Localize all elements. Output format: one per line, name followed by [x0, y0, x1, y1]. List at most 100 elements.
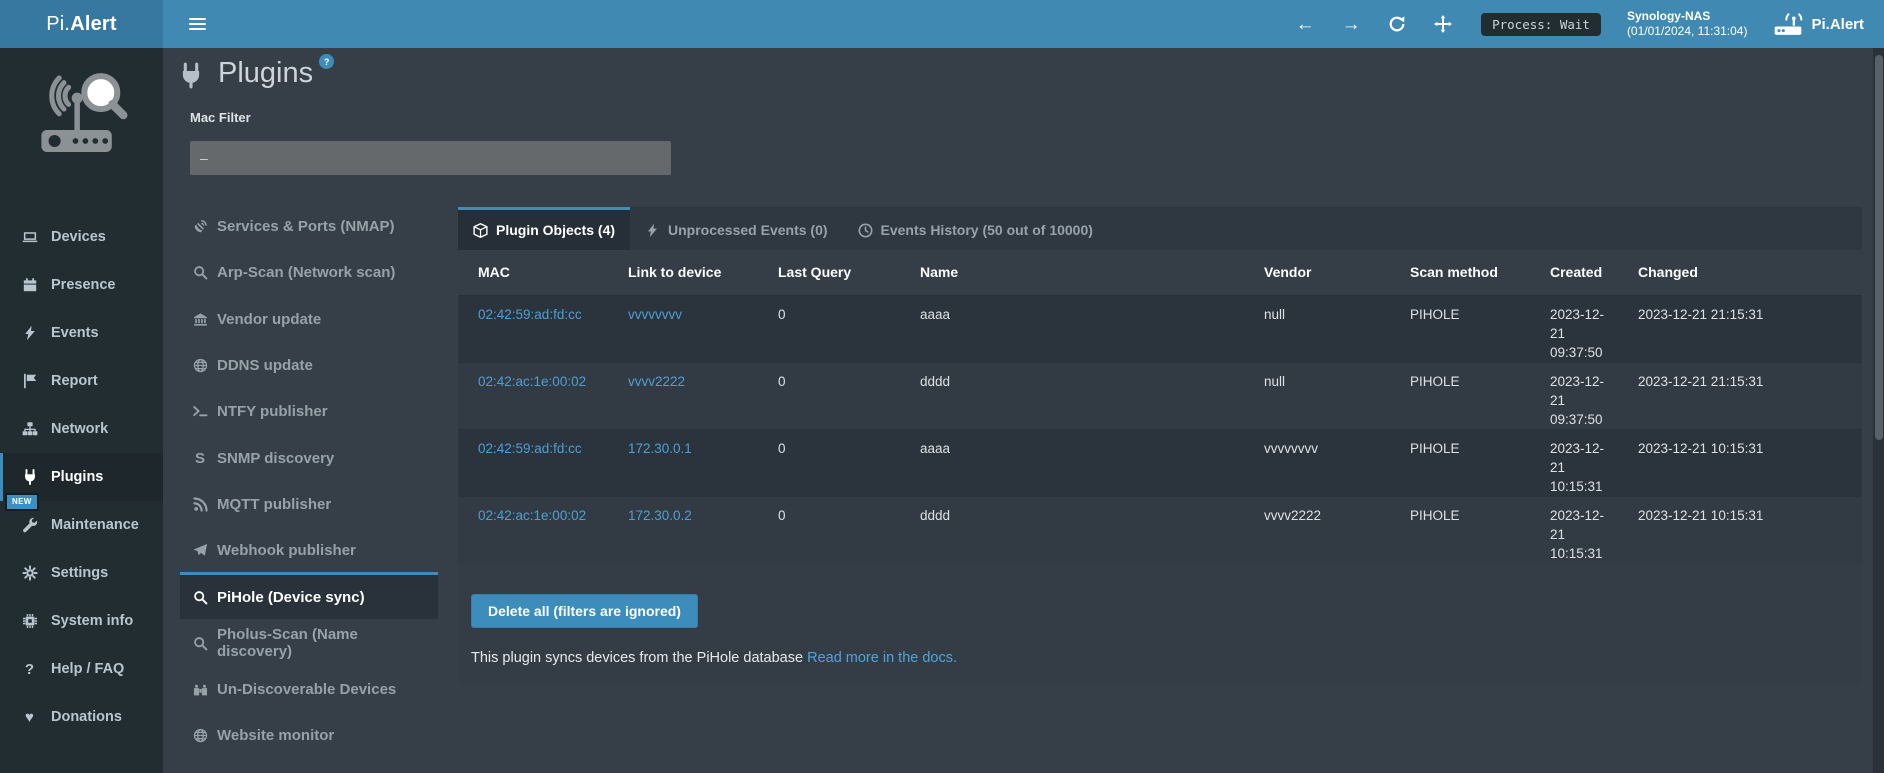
sidebar-item-system-info[interactable]: System info — [0, 597, 163, 645]
plugin-nav: Services & Ports (NMAP) Arp-Scan (Networ… — [180, 202, 438, 758]
terminal-icon — [192, 404, 208, 420]
plugin-nav-item-snmp[interactable]: S SNMP discovery — [180, 433, 438, 479]
changed-cell: 2023-12-21 10:15:31 — [1618, 429, 1862, 496]
globe-icon — [192, 728, 208, 744]
last-query-cell: 0 — [758, 362, 900, 429]
created-cell: 2023-12-21 10:15:31 — [1530, 429, 1618, 496]
plugin-objects-table: MAC Link to device Last Query Name Vendo… — [458, 250, 1862, 563]
plugin-panel: Plugin Objects (4) Unprocessed Events (0… — [458, 207, 1862, 684]
tab-label: Unprocessed Events (0) — [668, 222, 828, 238]
plugin-nav-item-undiscoverable[interactable]: Un-Discoverable Devices — [180, 665, 438, 711]
vendor-cell: null — [1244, 295, 1390, 362]
plugin-nav-label: Website monitor — [217, 727, 334, 744]
scan-method-cell: PIHOLE — [1390, 295, 1530, 362]
changed-cell: 2023-12-21 21:15:31 — [1618, 295, 1862, 362]
scrollbar-thumb[interactable] — [1875, 55, 1883, 440]
device-link-cell: vvvvvvvv — [608, 295, 758, 362]
cube-icon — [473, 223, 488, 238]
help-badge[interactable]: ? — [319, 54, 334, 69]
mac-link[interactable]: 02:42:ac:1e:00:02 — [478, 508, 586, 523]
tab-plugin-objects[interactable]: Plugin Objects (4) — [458, 207, 630, 250]
table-row: 02:42:59:ad:fd:cc 172.30.0.1 0 aaaa vvvv… — [458, 429, 1862, 496]
page-title: Plugins ? — [178, 56, 334, 90]
plugin-nav-item-arpscan[interactable]: Arp-Scan (Network scan) — [180, 248, 438, 294]
main-content: Plugins ? Mac Filter Services & Ports (N… — [163, 48, 1884, 773]
letter-s-icon: S — [192, 450, 208, 466]
refresh-button[interactable] — [1387, 14, 1407, 34]
nav-back-button[interactable]: ← — [1295, 14, 1315, 34]
app-logo-text: Pi.Alert — [46, 13, 117, 36]
changed-cell: 2023-12-21 10:15:31 — [1618, 496, 1862, 563]
tab-events-history[interactable]: Events History (50 out of 10000) — [843, 207, 1108, 250]
vendor-cell: null — [1244, 362, 1390, 429]
sidebar-item-help-faq[interactable]: ? Help / FAQ — [0, 645, 163, 693]
table-row: 02:42:59:ad:fd:cc vvvvvvvv 0 aaaa null P… — [458, 295, 1862, 362]
plugin-nav-item-ntfy[interactable]: NTFY publisher — [180, 387, 438, 433]
sidebar-item-settings[interactable]: Settings — [0, 549, 163, 597]
scan-method-cell: PIHOLE — [1390, 496, 1530, 563]
chip-icon — [21, 613, 38, 629]
plugin-nav-item-pholus[interactable]: Pholus-Scan (Name discovery) — [180, 619, 438, 665]
sidebar: Devices Presence Events Report Network P… — [0, 48, 163, 773]
device-link[interactable]: vvvvvvvv — [628, 307, 682, 322]
mac-link[interactable]: 02:42:59:ad:fd:cc — [478, 441, 582, 456]
name-cell: dddd — [900, 362, 1244, 429]
device-link[interactable]: 172.30.0.1 — [628, 441, 692, 456]
sidebar-item-donations[interactable]: ♥ Donations — [0, 693, 163, 741]
move-button[interactable] — [1433, 14, 1453, 34]
last-query-cell: 0 — [758, 496, 900, 563]
plugin-nav-label: NTFY publisher — [217, 403, 328, 420]
column-header-link: Link to device — [608, 250, 758, 295]
mac-filter-input[interactable] — [190, 141, 671, 175]
plugin-nav-item-vendor-update[interactable]: Vendor update — [180, 295, 438, 341]
table-row: 02:42:ac:1e:00:02 172.30.0.2 0 dddd vvvv… — [458, 496, 1862, 563]
plugin-nav-item-pihole[interactable]: PiHole (Device sync) — [180, 572, 438, 618]
plugin-nav-item-website-monitor[interactable]: Website monitor — [180, 711, 438, 757]
docs-link[interactable]: Read more in the docs. — [807, 650, 957, 666]
delete-all-button[interactable]: Delete all (filters are ignored) — [471, 594, 698, 628]
changed-cell: 2023-12-21 21:15:31 — [1618, 362, 1862, 429]
binoculars-icon — [192, 682, 208, 698]
plugin-nav-item-ddns[interactable]: DDNS update — [180, 341, 438, 387]
bolt-icon — [645, 223, 660, 238]
app-logo[interactable]: Pi.Alert — [0, 0, 163, 48]
plugin-nav-item-mqtt[interactable]: MQTT publisher — [180, 480, 438, 526]
pialert-logo-icon — [26, 60, 136, 178]
plugin-nav-item-webhook[interactable]: Webhook publisher — [180, 526, 438, 572]
plug-icon — [21, 469, 38, 485]
mac-filter-label: Mac Filter — [190, 110, 251, 125]
host-info: Synology-NAS (01/01/2024, 11:31:04) — [1627, 9, 1748, 39]
sidebar-item-label: System info — [51, 613, 133, 629]
sidebar-item-network[interactable]: Network — [0, 405, 163, 453]
sidebar-toggle-button[interactable] — [177, 0, 217, 48]
column-header-vendor: Vendor — [1244, 250, 1390, 295]
sidebar-item-report[interactable]: Report — [0, 357, 163, 405]
page-scrollbar[interactable] — [1873, 48, 1884, 773]
topbar-right: ← → Process: Wait Synology-NAS (01/01/20… — [1295, 9, 1884, 39]
sidebar-item-label: Settings — [51, 565, 108, 581]
column-header-last-query: Last Query — [758, 250, 900, 295]
mac-link[interactable]: 02:42:ac:1e:00:02 — [478, 374, 586, 389]
plugin-nav-label: MQTT publisher — [217, 496, 331, 513]
device-link[interactable]: 172.30.0.2 — [628, 508, 692, 523]
plugin-nav-label: PiHole (Device sync) — [217, 589, 365, 606]
bank-icon — [192, 311, 208, 327]
sidebar-item-label: Plugins — [51, 469, 103, 485]
column-header-changed: Changed — [1618, 250, 1862, 295]
sidebar-item-events[interactable]: Events — [0, 309, 163, 357]
plugin-nav-item-nmap[interactable]: Services & Ports (NMAP) — [180, 202, 438, 248]
tab-unprocessed-events[interactable]: Unprocessed Events (0) — [630, 207, 843, 250]
device-link[interactable]: vvvv2222 — [628, 374, 685, 389]
plugin-nav-label: Services & Ports (NMAP) — [217, 218, 395, 235]
sidebar-item-presence[interactable]: Presence — [0, 261, 163, 309]
column-header-scan-method: Scan method — [1390, 250, 1530, 295]
vendor-cell: vvvv2222 — [1244, 496, 1390, 563]
sidebar-item-devices[interactable]: Devices — [0, 213, 163, 261]
calendar-icon — [21, 277, 38, 293]
mac-link[interactable]: 02:42:59:ad:fd:cc — [478, 307, 582, 322]
search-icon — [192, 635, 208, 651]
last-query-cell: 0 — [758, 429, 900, 496]
plugin-nav-label: DDNS update — [217, 357, 313, 374]
nav-forward-button[interactable]: → — [1341, 14, 1361, 34]
column-header-mac: MAC — [458, 250, 608, 295]
